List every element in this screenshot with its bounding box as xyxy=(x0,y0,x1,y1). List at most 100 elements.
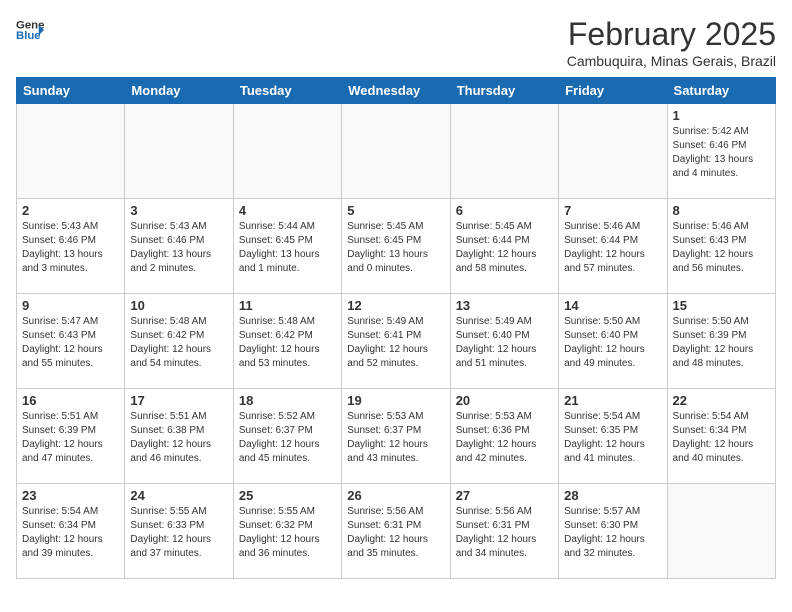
calendar-week-row: 23 Sunrise: 5:54 AM Sunset: 6:34 PM Dayli… xyxy=(17,484,776,579)
day-number: 28 xyxy=(564,488,661,503)
day-number: 26 xyxy=(347,488,444,503)
calendar-day-cell: 25Sunrise: 5:55 AM Sunset: 6:32 PM Dayli… xyxy=(233,484,341,579)
day-info: Sunrise: 5:50 AM Sunset: 6:40 PM Dayligh… xyxy=(564,315,661,371)
title-block: February 2025 Cambuquira, Minas Gerais, … xyxy=(567,16,776,69)
calendar-day-cell: 24 Sunrise: 5:55 AM Sunset: 6:33 PM Dayli… xyxy=(125,484,233,579)
calendar-day-cell: 12 Sunrise: 5:49 AM Sunset: 6:41 PM Dayli… xyxy=(342,294,450,389)
svg-text:Blue: Blue xyxy=(16,30,41,42)
day-info: Sunrise: 5:53 AM Sunset: 6:37 PM Dayligh… xyxy=(347,410,444,466)
day-number: 17 xyxy=(130,393,227,408)
calendar-day-cell: 5Sunrise: 5:45 AM Sunset: 6:45 PM Daylig… xyxy=(342,199,450,294)
day-number: 12 xyxy=(347,298,444,313)
calendar-week-row: 16 Sunrise: 5:51 AM Sunset: 6:39 PM Dayli… xyxy=(17,389,776,484)
calendar-day-cell: 8 Sunrise: 5:46 AM Sunset: 6:43 PM Daylig… xyxy=(667,199,775,294)
day-info: Sunrise: 5:42 AM Sunset: 6:46 PM Dayligh… xyxy=(673,125,770,181)
day-info: Sunrise: 5:46 AM Sunset: 6:43 PM Dayligh… xyxy=(673,220,770,276)
calendar-week-row: 2 Sunrise: 5:43 AM Sunset: 6:46 PM Daylig… xyxy=(17,199,776,294)
calendar-day-cell: 18 Sunrise: 5:52 AM Sunset: 6:37 PM Dayli… xyxy=(233,389,341,484)
calendar-week-row: 1 Sunrise: 5:42 AM Sunset: 6:46 PM Daylig… xyxy=(17,104,776,199)
day-info: Sunrise: 5:46 AM Sunset: 6:44 PM Dayligh… xyxy=(564,220,661,276)
day-number: 9 xyxy=(22,298,119,313)
day-number: 1 xyxy=(673,108,770,123)
day-info: Sunrise: 5:57 AM Sunset: 6:30 PM Dayligh… xyxy=(564,505,661,561)
day-info: Sunrise: 5:52 AM Sunset: 6:37 PM Dayligh… xyxy=(239,410,336,466)
day-info: Sunrise: 5:56 AM Sunset: 6:31 PM Dayligh… xyxy=(456,505,553,561)
day-info: Sunrise: 5:51 AM Sunset: 6:38 PM Dayligh… xyxy=(130,410,227,466)
calendar-day-cell xyxy=(667,484,775,579)
calendar-day-cell xyxy=(559,104,667,199)
day-number: 14 xyxy=(564,298,661,313)
logo-icon: General Blue xyxy=(16,16,44,44)
day-number: 19 xyxy=(347,393,444,408)
calendar-day-cell xyxy=(125,104,233,199)
calendar-day-cell: 28 Sunrise: 5:57 AM Sunset: 6:30 PM Dayli… xyxy=(559,484,667,579)
calendar-day-cell xyxy=(233,104,341,199)
calendar-week-row: 9 Sunrise: 5:47 AM Sunset: 6:43 PM Daylig… xyxy=(17,294,776,389)
day-number: 25 xyxy=(239,488,336,503)
day-info: Sunrise: 5:45 AM Sunset: 6:44 PM Dayligh… xyxy=(456,220,553,276)
day-number: 24 xyxy=(130,488,227,503)
day-number: 22 xyxy=(673,393,770,408)
calendar-day-cell: 27 Sunrise: 5:56 AM Sunset: 6:31 PM Dayli… xyxy=(450,484,558,579)
day-of-week-header: Thursday xyxy=(450,78,558,104)
calendar-day-cell: 11Sunrise: 5:48 AM Sunset: 6:42 PM Dayli… xyxy=(233,294,341,389)
day-info: Sunrise: 5:54 AM Sunset: 6:34 PM Dayligh… xyxy=(673,410,770,466)
day-of-week-header: Sunday xyxy=(17,78,125,104)
day-info: Sunrise: 5:49 AM Sunset: 6:41 PM Dayligh… xyxy=(347,315,444,371)
day-number: 16 xyxy=(22,393,119,408)
calendar-header-row: SundayMondayTuesdayWednesdayThursdayFrid… xyxy=(17,78,776,104)
day-number: 27 xyxy=(456,488,553,503)
calendar-day-cell: 2 Sunrise: 5:43 AM Sunset: 6:46 PM Daylig… xyxy=(17,199,125,294)
calendar-table: SundayMondayTuesdayWednesdayThursdayFrid… xyxy=(16,77,776,579)
calendar-day-cell: 4Sunrise: 5:44 AM Sunset: 6:45 PM Daylig… xyxy=(233,199,341,294)
calendar-day-cell: 21 Sunrise: 5:54 AM Sunset: 6:35 PM Dayli… xyxy=(559,389,667,484)
day-number: 10 xyxy=(130,298,227,313)
calendar-day-cell: 23 Sunrise: 5:54 AM Sunset: 6:34 PM Dayli… xyxy=(17,484,125,579)
day-info: Sunrise: 5:44 AM Sunset: 6:45 PM Dayligh… xyxy=(239,220,336,276)
calendar-day-cell: 16 Sunrise: 5:51 AM Sunset: 6:39 PM Dayli… xyxy=(17,389,125,484)
logo: General Blue xyxy=(16,16,44,44)
calendar-day-cell xyxy=(342,104,450,199)
day-number: 23 xyxy=(22,488,119,503)
day-of-week-header: Tuesday xyxy=(233,78,341,104)
calendar-day-cell: 7 Sunrise: 5:46 AM Sunset: 6:44 PM Daylig… xyxy=(559,199,667,294)
day-number: 5 xyxy=(347,203,444,218)
day-number: 13 xyxy=(456,298,553,313)
day-number: 8 xyxy=(673,203,770,218)
day-number: 15 xyxy=(673,298,770,313)
day-number: 7 xyxy=(564,203,661,218)
day-info: Sunrise: 5:43 AM Sunset: 6:46 PM Dayligh… xyxy=(22,220,119,276)
day-info: Sunrise: 5:53 AM Sunset: 6:36 PM Dayligh… xyxy=(456,410,553,466)
calendar-day-cell: 19 Sunrise: 5:53 AM Sunset: 6:37 PM Dayli… xyxy=(342,389,450,484)
calendar-day-cell: 10Sunrise: 5:48 AM Sunset: 6:42 PM Dayli… xyxy=(125,294,233,389)
day-info: Sunrise: 5:55 AM Sunset: 6:33 PM Dayligh… xyxy=(130,505,227,561)
day-number: 20 xyxy=(456,393,553,408)
day-info: Sunrise: 5:51 AM Sunset: 6:39 PM Dayligh… xyxy=(22,410,119,466)
calendar-day-cell: 17 Sunrise: 5:51 AM Sunset: 6:38 PM Dayli… xyxy=(125,389,233,484)
calendar-day-cell: 13Sunrise: 5:49 AM Sunset: 6:40 PM Dayli… xyxy=(450,294,558,389)
day-info: Sunrise: 5:43 AM Sunset: 6:46 PM Dayligh… xyxy=(130,220,227,276)
month-year-title: February 2025 xyxy=(567,16,776,53)
day-of-week-header: Wednesday xyxy=(342,78,450,104)
day-of-week-header: Monday xyxy=(125,78,233,104)
day-info: Sunrise: 5:56 AM Sunset: 6:31 PM Dayligh… xyxy=(347,505,444,561)
day-of-week-header: Saturday xyxy=(667,78,775,104)
calendar-day-cell xyxy=(17,104,125,199)
day-info: Sunrise: 5:54 AM Sunset: 6:34 PM Dayligh… xyxy=(22,505,119,561)
day-number: 21 xyxy=(564,393,661,408)
day-number: 2 xyxy=(22,203,119,218)
day-info: Sunrise: 5:54 AM Sunset: 6:35 PM Dayligh… xyxy=(564,410,661,466)
day-of-week-header: Friday xyxy=(559,78,667,104)
day-number: 11 xyxy=(239,298,336,313)
calendar-day-cell: 6 Sunrise: 5:45 AM Sunset: 6:44 PM Daylig… xyxy=(450,199,558,294)
day-info: Sunrise: 5:50 AM Sunset: 6:39 PM Dayligh… xyxy=(673,315,770,371)
day-number: 18 xyxy=(239,393,336,408)
calendar-day-cell: 9 Sunrise: 5:47 AM Sunset: 6:43 PM Daylig… xyxy=(17,294,125,389)
calendar-day-cell: 15 Sunrise: 5:50 AM Sunset: 6:39 PM Dayli… xyxy=(667,294,775,389)
day-number: 6 xyxy=(456,203,553,218)
calendar-day-cell: 3Sunrise: 5:43 AM Sunset: 6:46 PM Daylig… xyxy=(125,199,233,294)
day-info: Sunrise: 5:47 AM Sunset: 6:43 PM Dayligh… xyxy=(22,315,119,371)
calendar-day-cell xyxy=(450,104,558,199)
calendar-day-cell: 14 Sunrise: 5:50 AM Sunset: 6:40 PM Dayli… xyxy=(559,294,667,389)
location-subtitle: Cambuquira, Minas Gerais, Brazil xyxy=(567,53,776,69)
